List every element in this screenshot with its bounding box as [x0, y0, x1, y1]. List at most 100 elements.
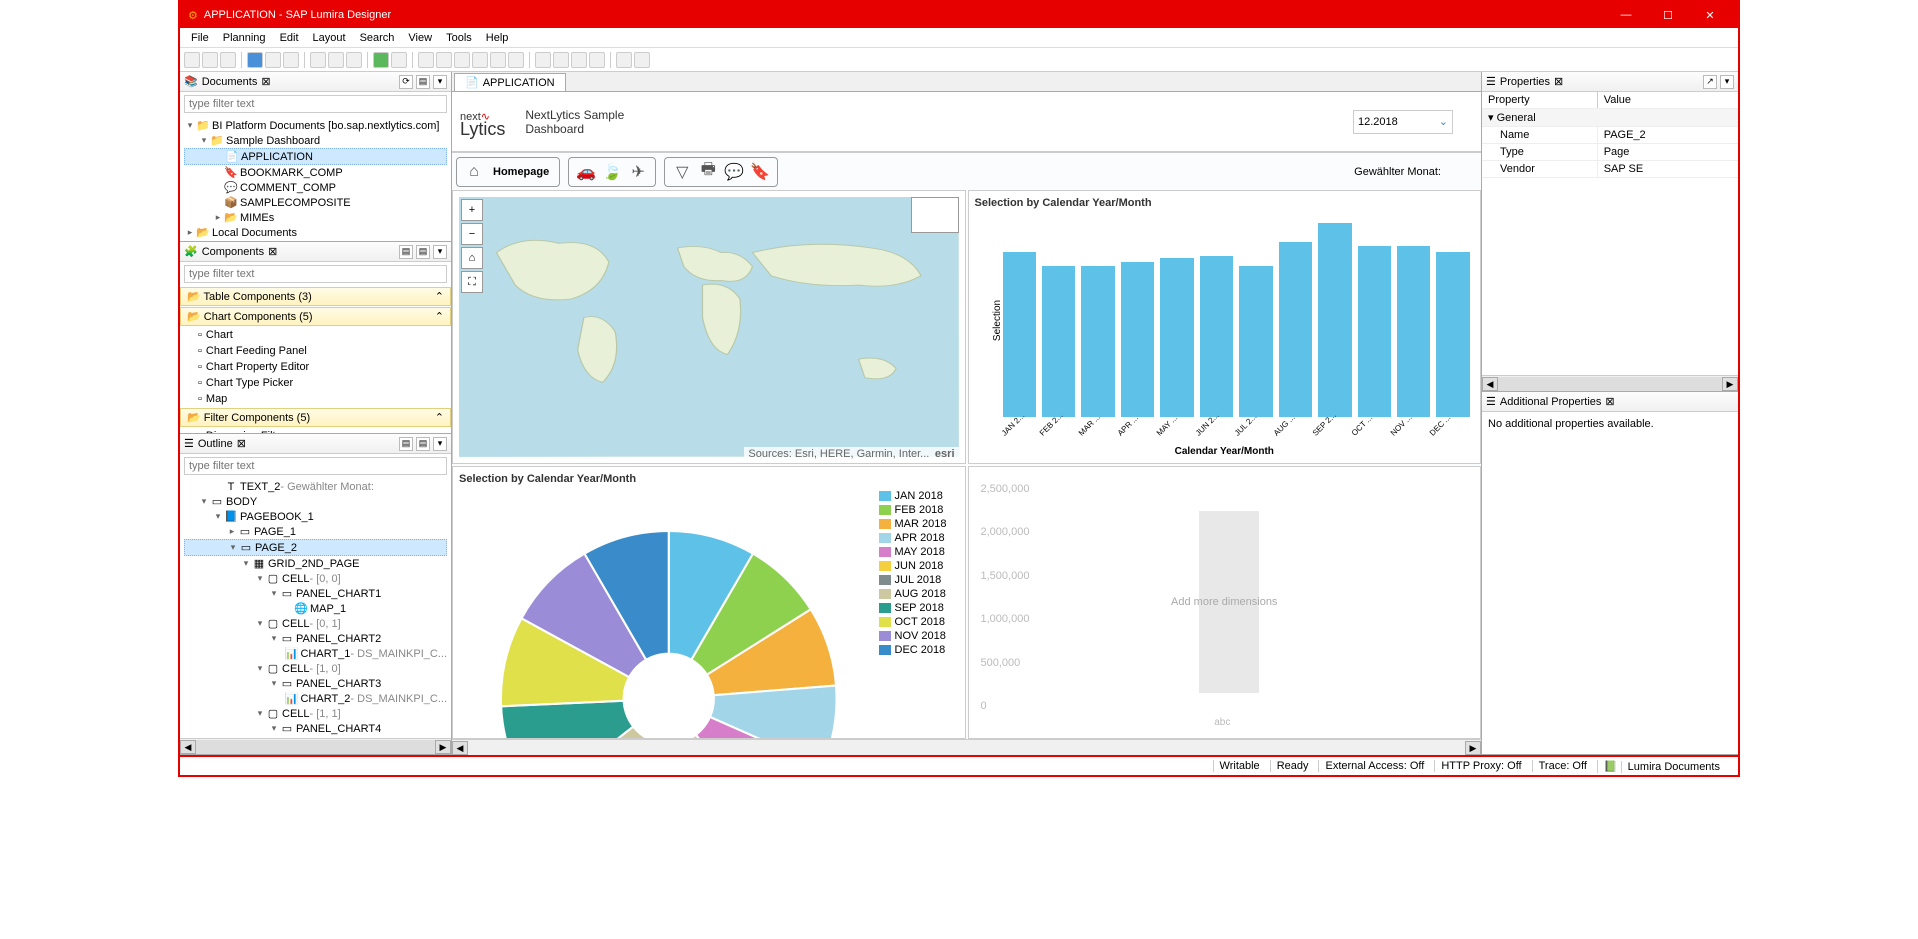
tree-item[interactable]: ▾▦GRID_2ND_PAGE — [184, 556, 447, 571]
tree-item[interactable]: ▾▢CELL - [1, 0] — [184, 661, 447, 676]
bar[interactable] — [1318, 223, 1351, 417]
tree-item[interactable]: ▾📁Sample Dashboard — [184, 133, 447, 148]
menu-help[interactable]: Help — [479, 30, 516, 46]
legend-item[interactable]: JUL 2018 — [879, 573, 959, 587]
tree-item[interactable]: ▾📘PAGEBOOK_1 — [184, 509, 447, 524]
legend-item[interactable]: SEP 2018 — [879, 601, 959, 615]
components-filter-input[interactable] — [184, 265, 447, 283]
zoom-out-button[interactable]: − — [461, 223, 483, 245]
map-thumbnail[interactable] — [911, 197, 959, 233]
maximize-button[interactable]: ☐ — [1648, 2, 1688, 28]
panel-action-icon[interactable]: ▾ — [433, 75, 447, 89]
outline-tree[interactable]: TTEXT_2 - Gewählter Monat:▾▭BODY▾📘PAGEBO… — [180, 478, 451, 738]
zoom-in-button[interactable]: + — [461, 199, 483, 221]
toolbar-button[interactable] — [571, 52, 587, 68]
documents-tree[interactable]: ▾📁BI Platform Documents [bo.sap.nextlyti… — [180, 116, 451, 241]
tree-item[interactable]: 🔖BOOKMARK_COMP — [184, 165, 447, 180]
toolbar-button[interactable] — [328, 52, 344, 68]
zoom-fit-button[interactable]: ⛶ — [461, 271, 483, 293]
tree-item[interactable]: 📊CHART_1 - DS_MAINKPI_C... — [184, 646, 447, 661]
tree-item[interactable]: 🌐MAP_1 — [184, 601, 447, 616]
panel-action-icon[interactable]: ▤ — [416, 437, 430, 451]
component-item[interactable]: ▫Chart Property Editor — [180, 359, 451, 375]
bar[interactable] — [1200, 256, 1233, 417]
tree-item[interactable]: ▾▭PAGE_2 — [184, 539, 447, 556]
panel-action-icon[interactable]: ▤ — [399, 245, 413, 259]
tree-item[interactable]: ▸▭PAGE_1 — [184, 524, 447, 539]
comment-icon[interactable]: 💬 — [721, 160, 747, 184]
bar[interactable] — [1358, 246, 1391, 416]
bar[interactable] — [1279, 242, 1312, 416]
menu-layout[interactable]: Layout — [306, 30, 353, 46]
toolbar-button[interactable] — [634, 52, 650, 68]
home-icon[interactable]: ⌂ — [461, 160, 487, 184]
toolbar-button[interactable] — [553, 52, 569, 68]
toolbar-button[interactable] — [373, 52, 389, 68]
canvas-scrollbar[interactable]: ◀▶ — [452, 739, 1481, 755]
toolbar-button[interactable] — [265, 52, 281, 68]
toolbar-button[interactable] — [589, 52, 605, 68]
home-label[interactable]: Homepage — [487, 166, 555, 178]
tree-item[interactable]: 📊CHART_2 - DS_MAINKPI_C... — [184, 691, 447, 706]
panel-action-icon[interactable]: ▤ — [416, 75, 430, 89]
close-button[interactable]: ✕ — [1690, 2, 1730, 28]
toolbar-button[interactable] — [247, 52, 263, 68]
component-category[interactable]: 📂 Table Components (3)⌃ — [180, 287, 451, 306]
bar[interactable] — [1160, 258, 1193, 417]
zoom-home-button[interactable]: ⌂ — [461, 247, 483, 269]
tree-item[interactable]: ▾▭PANEL_CHART2 — [184, 631, 447, 646]
tree-item[interactable]: ▾▢CELL - [0, 1] — [184, 616, 447, 631]
toolbar-button[interactable] — [283, 52, 299, 68]
tree-item[interactable]: ▾▢CELL - [0, 0] — [184, 571, 447, 586]
documents-filter-input[interactable] — [184, 95, 447, 113]
outline-filter-input[interactable] — [184, 457, 447, 475]
toolbar-button[interactable] — [310, 52, 326, 68]
send-icon[interactable]: ✈ — [625, 160, 651, 184]
month-dropdown[interactable]: 12.2018 ⌄ — [1353, 110, 1453, 134]
panel-action-icon[interactable]: ▤ — [399, 437, 413, 451]
component-category[interactable]: 📂 Chart Components (5)⌃ — [180, 307, 451, 326]
panel-action-icon[interactable]: ▾ — [433, 245, 447, 259]
toolbar-button[interactable] — [472, 52, 488, 68]
outline-scrollbar[interactable]: ◀▶ — [180, 738, 451, 754]
bar[interactable] — [1239, 266, 1272, 417]
panel-action-icon[interactable]: ⟳ — [399, 75, 413, 89]
tree-item[interactable]: ▾📁BI Platform Documents [bo.sap.nextlyti… — [184, 118, 447, 133]
panel-action-icon[interactable]: ▾ — [433, 437, 447, 451]
tree-item[interactable]: TTEXT_2 - Gewählter Monat: — [184, 480, 447, 494]
legend-item[interactable]: MAR 2018 — [879, 517, 959, 531]
component-category[interactable]: 📂 Filter Components (5)⌃ — [180, 408, 451, 427]
toolbar-button[interactable] — [391, 52, 407, 68]
menu-planning[interactable]: Planning — [216, 30, 273, 46]
menu-tools[interactable]: Tools — [439, 30, 479, 46]
legend-item[interactable]: JUN 2018 — [879, 559, 959, 573]
bar[interactable] — [1436, 252, 1469, 416]
editor-tab[interactable]: 📄 APPLICATION — [454, 73, 566, 91]
toolbar-button[interactable] — [184, 52, 200, 68]
leaf-icon[interactable]: 🍃 — [599, 160, 625, 184]
component-item[interactable]: ▫Map — [180, 391, 451, 407]
tree-item[interactable]: ▸📂Local Documents — [184, 225, 447, 240]
tree-item[interactable]: ▾▭PANEL_CHART4 — [184, 721, 447, 736]
component-item[interactable]: ▫Chart Type Picker — [180, 375, 451, 391]
component-item[interactable]: ▫Dimension Filter — [180, 428, 451, 433]
panel-action-icon[interactable]: ▾ — [1720, 75, 1734, 89]
filter-icon[interactable]: ▽ — [669, 160, 695, 184]
legend-item[interactable]: DEC 2018 — [879, 643, 959, 657]
menu-edit[interactable]: Edit — [273, 30, 306, 46]
print-icon[interactable]: 🖶 — [695, 160, 721, 184]
menu-view[interactable]: View — [401, 30, 439, 46]
toolbar-button[interactable] — [490, 52, 506, 68]
toolbar-button[interactable] — [535, 52, 551, 68]
component-item[interactable]: ▫Chart Feeding Panel — [180, 343, 451, 359]
toolbar-button[interactable] — [346, 52, 362, 68]
tree-item[interactable]: ▾▭PANEL_CHART1 — [184, 586, 447, 601]
legend-item[interactable]: MAY 2018 — [879, 545, 959, 559]
toolbar-button[interactable] — [418, 52, 434, 68]
components-tree[interactable]: 📂 Table Components (3)⌃📂 Chart Component… — [180, 286, 451, 433]
tree-item[interactable]: 📦SAMPLECOMPOSITE — [184, 195, 447, 210]
legend-item[interactable]: APR 2018 — [879, 531, 959, 545]
bar[interactable] — [1121, 262, 1154, 417]
minimize-button[interactable]: — — [1606, 2, 1646, 28]
properties-scrollbar[interactable]: ◀▶ — [1482, 375, 1738, 391]
